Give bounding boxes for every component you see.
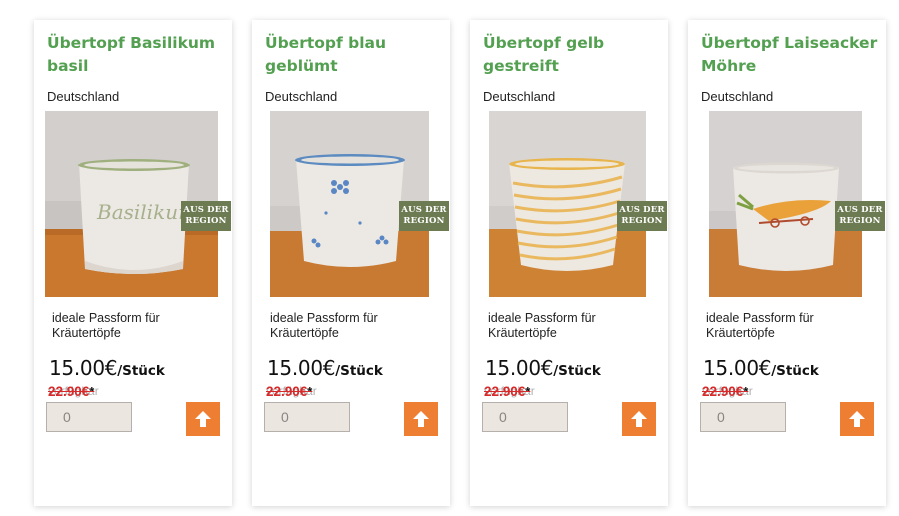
product-origin: Deutschland [47,89,120,104]
add-to-cart-button[interactable] [186,402,220,436]
product-title[interactable]: Übertopf Laiseacker Möhre [701,32,879,78]
old-price: 22.90€* [266,384,313,399]
quantity-input[interactable] [46,402,132,432]
product-description: ideale Passform für Kräutertöpfe [52,311,160,340]
old-price: 22.90€* [484,384,531,399]
old-price-line: verfügbar 22.90€* [48,384,158,400]
product-description: ideale Passform für Kräutertöpfe [706,311,814,340]
region-badge: AUS DER REGION [835,201,885,231]
product-card: Übertopf blau geblümt Deutschland AUS DE… [252,20,450,506]
product-price: 15.00€/Stück [485,356,601,380]
product-description: ideale Passform für Kräutertöpfe [270,311,378,340]
add-to-cart-button[interactable] [840,402,874,436]
price-amount: 15.00€ [703,356,772,380]
product-price: 15.00€/Stück [49,356,165,380]
add-to-cart-button[interactable] [622,402,656,436]
product-price: 15.00€/Stück [267,356,383,380]
old-price-line: verfügbar 22.90€* [702,384,812,400]
product-title[interactable]: Übertopf blau geblümt [265,32,443,78]
quantity-input[interactable] [700,402,786,432]
arrow-up-icon [195,411,211,427]
product-price: 15.00€/Stück [703,356,819,380]
price-amount: 15.00€ [485,356,554,380]
old-price: 22.90€* [48,384,95,399]
arrow-up-icon [849,411,865,427]
price-unit: /Stück [771,363,819,379]
product-card: Übertopf Laiseacker Möhre Deutschland AU… [688,20,886,506]
region-badge: AUS DER REGION [399,201,449,231]
arrow-up-icon [413,411,429,427]
product-origin: Deutschland [483,89,556,104]
arrow-up-icon [631,411,647,427]
price-unit: /Stück [553,363,601,379]
product-card: Übertopf gelb gestreift Deutschland AUS … [470,20,668,506]
product-title[interactable]: Übertopf Basilikum basil [47,32,225,78]
product-card: Übertopf Basilikum basil Deutschland Bas… [34,20,232,506]
price-amount: 15.00€ [49,356,118,380]
price-unit: /Stück [117,363,165,379]
product-origin: Deutschland [701,89,774,104]
old-price: 22.90€* [702,384,749,399]
old-price-line: verfügbar 22.90€* [484,384,594,400]
region-badge: AUS DER REGION [181,201,231,231]
region-badge: AUS DER REGION [617,201,667,231]
old-price-line: verfügbar 22.90€* [266,384,376,400]
product-title[interactable]: Übertopf gelb gestreift [483,32,661,78]
price-amount: 15.00€ [267,356,336,380]
quantity-input[interactable] [482,402,568,432]
add-to-cart-button[interactable] [404,402,438,436]
price-unit: /Stück [335,363,383,379]
product-description: ideale Passform für Kräutertöpfe [488,311,596,340]
quantity-input[interactable] [264,402,350,432]
product-origin: Deutschland [265,89,338,104]
